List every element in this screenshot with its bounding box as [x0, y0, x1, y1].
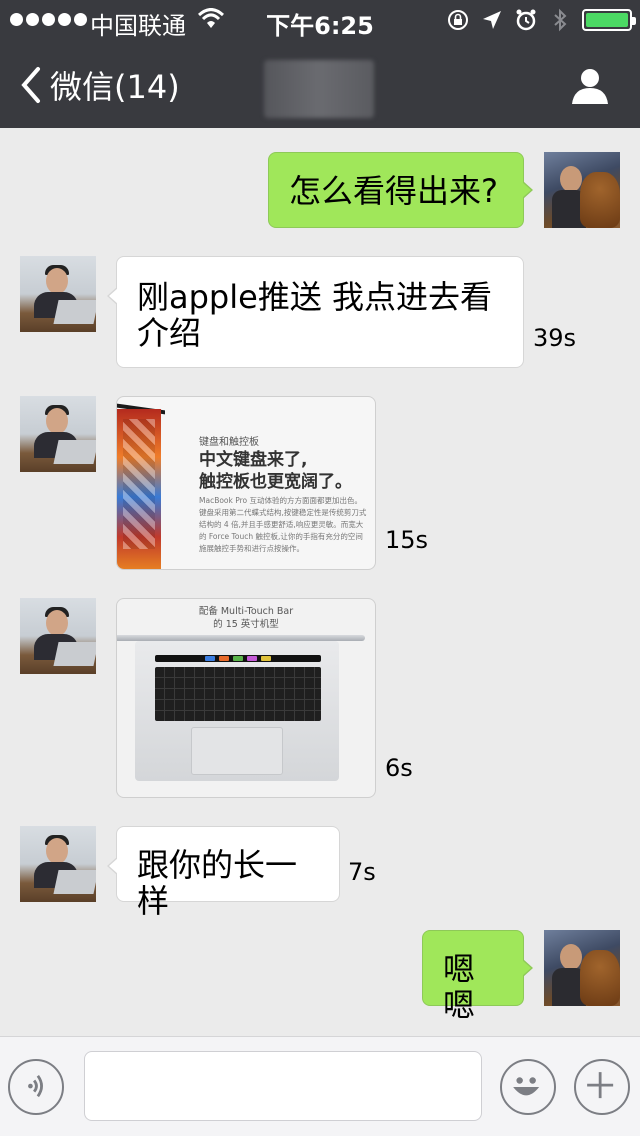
friend-message-bubble[interactable]: 跟你的长一样	[107, 826, 340, 919]
battery-fill	[586, 13, 628, 27]
voice-icon	[28, 1075, 43, 1098]
status-bar: 中国联通 下午6:25	[0, 0, 640, 40]
image-message[interactable]: 配备 Multi-Touch Bar 的 15 英寸机型	[116, 598, 376, 798]
voice-duration: 7s	[348, 858, 376, 886]
my-avatar[interactable]	[544, 152, 620, 228]
my-avatar[interactable]	[544, 930, 620, 1006]
lock-rotation-icon	[448, 10, 468, 30]
profile-icon[interactable]	[570, 66, 610, 106]
more-button[interactable]	[574, 1059, 630, 1115]
back-button[interactable]: 微信(14)	[20, 62, 180, 108]
voice-duration: 39s	[533, 324, 577, 352]
message-text: 嗯嗯	[443, 950, 476, 1024]
alarm-icon	[516, 9, 536, 31]
touch-bar	[155, 655, 321, 662]
message-text: 跟你的长一样	[137, 846, 298, 920]
nav-bar: 微信(14)	[0, 40, 640, 128]
top-bar: 中国联通 下午6:25 微信(14)	[0, 0, 640, 128]
friend-avatar[interactable]	[20, 396, 96, 472]
emoji-button[interactable]	[500, 1059, 556, 1115]
image-caption: 配备 Multi-Touch Bar 的 15 英寸机型	[198, 606, 294, 630]
friend-avatar[interactable]	[20, 598, 96, 674]
voice-button[interactable]	[8, 1059, 64, 1115]
message-input[interactable]	[84, 1051, 482, 1121]
emoji-icon	[513, 1077, 540, 1096]
plus-icon	[587, 1072, 614, 1099]
trackpad	[191, 727, 283, 775]
back-label: 微信(14)	[50, 68, 180, 106]
macbook-screen-edge	[117, 409, 161, 569]
location-arrow-icon	[483, 11, 501, 29]
friend-avatar[interactable]	[20, 826, 96, 902]
message-text: 怎么看得出来?	[289, 172, 498, 210]
bluetooth-icon	[554, 8, 567, 32]
input-bar	[0, 1036, 640, 1136]
back-chevron-icon	[21, 67, 40, 103]
macbook-image	[135, 641, 339, 781]
my-message-bubble[interactable]: 嗯嗯	[422, 930, 533, 1023]
chat-title-blurred	[264, 60, 374, 118]
keyboard	[155, 667, 321, 721]
image-headline: 中文键盘来了, 触控板也更宽阔了。	[199, 450, 352, 492]
voice-duration: 15s	[385, 526, 429, 554]
image-message[interactable]: 键盘和触控板 中文键盘来了, 触控板也更宽阔了。 MacBook Pro 互动体…	[116, 396, 376, 570]
image-caption: 键盘和触控板	[199, 437, 259, 448]
battery-icon	[582, 9, 636, 31]
my-message-bubble[interactable]: 怎么看得出来?	[268, 152, 533, 228]
image-body-text: MacBook Pro 互动体验的方方面面都更加出色。键盘采用第二代蝶式结构,按…	[199, 496, 367, 553]
friend-avatar[interactable]	[20, 256, 96, 332]
message-text: 刚apple推送 我点进去看介绍	[137, 278, 492, 352]
friend-message-bubble[interactable]: 刚apple推送 我点进去看介绍	[107, 256, 524, 368]
voice-duration: 6s	[385, 754, 413, 782]
